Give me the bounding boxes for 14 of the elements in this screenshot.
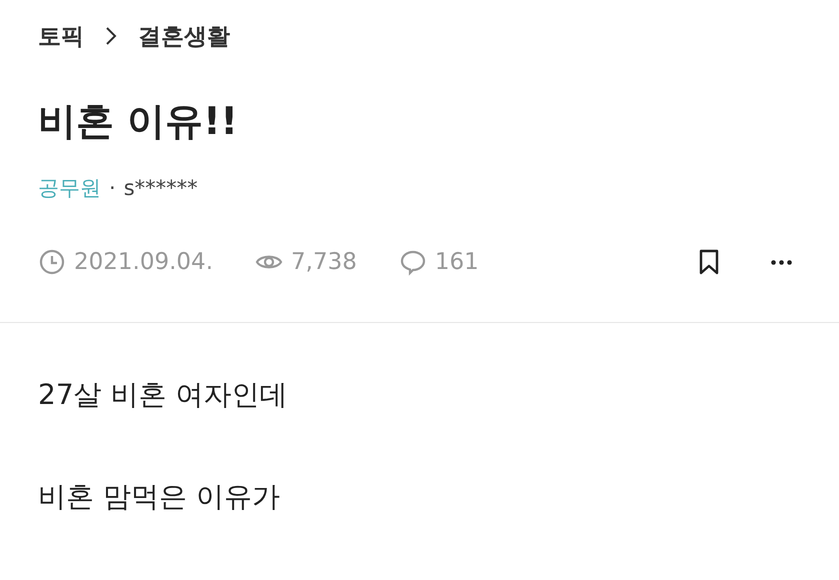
author-name: s****** xyxy=(124,176,198,200)
chevron-right-icon xyxy=(104,25,118,47)
separator-dot: · xyxy=(109,176,116,200)
view-count: 7,738 xyxy=(291,249,357,275)
more-icon xyxy=(770,260,792,264)
body-paragraph: 27살 비혼 여자인데 xyxy=(38,377,288,413)
body-paragraph: 비혼 맘먹은 이유가 xyxy=(38,479,281,515)
post-title: 비혼 이유!! xyxy=(38,98,239,145)
clock-icon xyxy=(38,248,66,276)
breadcrumb-link[interactable]: 결혼생활 xyxy=(138,20,230,52)
comment-count: 161 xyxy=(434,249,479,275)
breadcrumb-link[interactable]: 토픽 xyxy=(38,20,84,52)
speech-bubble-icon xyxy=(398,248,427,276)
post-date: 2021.09.04. xyxy=(74,249,213,275)
